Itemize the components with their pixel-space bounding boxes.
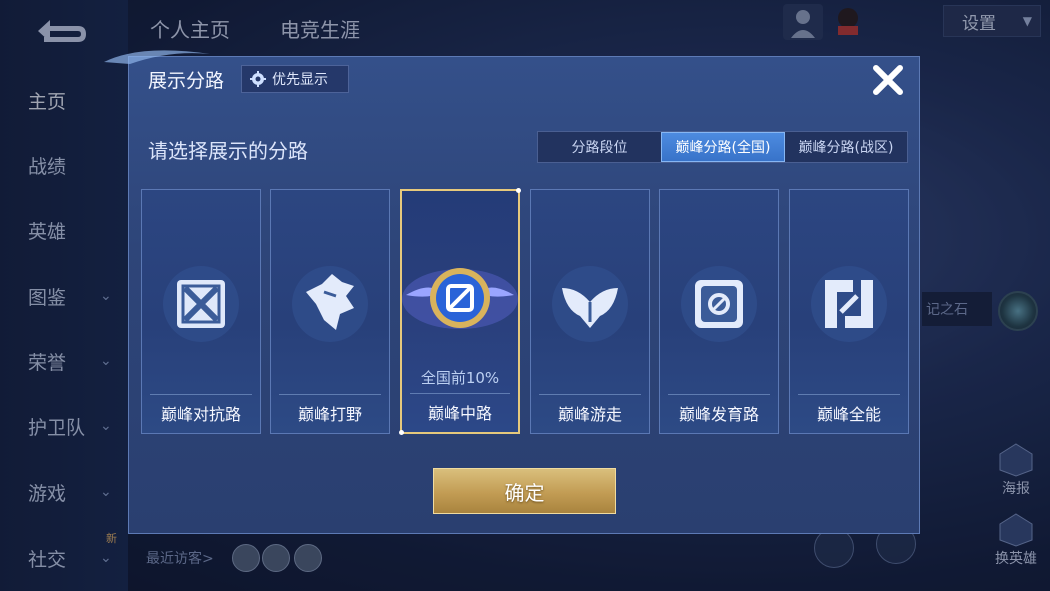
rank-text: 全国前10% (420, 369, 500, 387)
dialog-title: 展示分路 (148, 70, 225, 92)
sword-cross-icon (163, 266, 239, 342)
corner-dot (516, 188, 521, 193)
lane-card-jungle[interactable]: 巅峰打野 (270, 189, 390, 434)
priority-label: 优先显示 (272, 72, 328, 88)
divider (668, 394, 770, 395)
lane-card-all-round[interactable]: 巅峰全能 (789, 189, 909, 434)
lane-name: 巅峰游走 (557, 405, 622, 424)
lane-card-top[interactable]: 巅峰对抗路 (141, 189, 261, 434)
close-icon[interactable] (868, 60, 908, 100)
lane-card-bot[interactable]: 巅峰发育路 (659, 189, 779, 434)
divider (410, 393, 510, 394)
priority-display-button[interactable]: 优先显示 (241, 65, 349, 93)
divider (539, 394, 641, 395)
lane-name: 巅峰发育路 (678, 405, 759, 424)
lane-name: 巅峰对抗路 (160, 405, 241, 424)
corner-dot (399, 430, 404, 435)
dragon-icon (292, 266, 368, 342)
mid-lane-emblem-icon (402, 268, 518, 329)
tab-peak-lane-national[interactable]: 巅峰分路(全国) (661, 132, 785, 162)
lane-card-roam[interactable]: 巅峰游走 (530, 189, 650, 434)
lane-name: 巅峰中路 (427, 404, 492, 423)
gear-icon (250, 71, 266, 87)
wings-icon (552, 266, 628, 342)
lane-card-mid[interactable]: 全国前10% 巅峰中路 (399, 188, 521, 435)
confirm-button[interactable]: 确定 (433, 468, 616, 514)
tab-lane-rank[interactable]: 分路段位 (538, 132, 661, 162)
lane-type-tabs: 分路段位 巅峰分路(全国) 巅峰分路(战区) (537, 131, 908, 163)
lane-name: 巅峰打野 (297, 405, 362, 424)
divider (279, 394, 381, 395)
tab-peak-lane-region[interactable]: 巅峰分路(战区) (785, 132, 907, 162)
instruction-text: 请选择展示的分路 (148, 139, 308, 163)
all-round-icon (811, 266, 887, 342)
divider (150, 394, 252, 395)
bow-icon (681, 266, 757, 342)
divider (798, 394, 900, 395)
lane-name: 巅峰全能 (816, 405, 881, 424)
